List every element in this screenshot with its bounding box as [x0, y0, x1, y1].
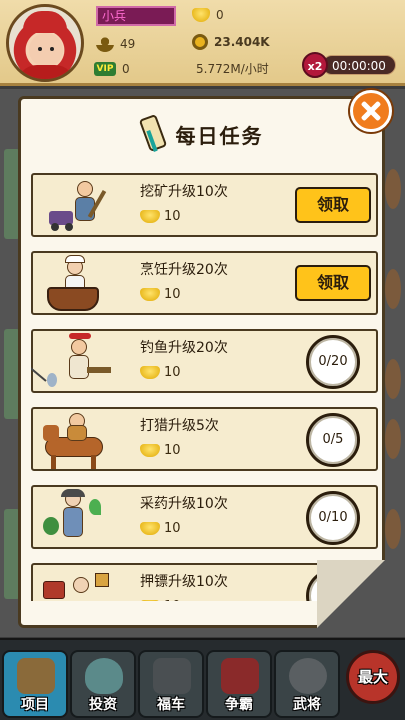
nav-tab-battle[interactable]: 争霸	[206, 650, 272, 718]
gold-ingot-icon	[140, 366, 160, 379]
task-name: 烹饪升级20次	[140, 262, 228, 278]
task-progress: 0/5	[306, 413, 360, 467]
task-name: 挖矿升级10次	[140, 184, 228, 200]
task-reward: 10	[140, 287, 181, 302]
nav-tab-generals[interactable]: 武将	[274, 650, 340, 718]
general-icon	[289, 658, 327, 694]
close-button[interactable]	[350, 90, 392, 132]
task-list[interactable]: 挖矿升级10次 10 领取 烹饪升级20次 10 领取 钓鱼升级20次 10 0…	[31, 173, 378, 601]
nav-label: 项目	[21, 697, 49, 713]
gold-ingot-icon	[140, 210, 160, 223]
task-row: 打猎升级5次 10 0/5	[31, 407, 378, 471]
player-avatar[interactable]	[6, 4, 84, 82]
dialog-title: 每日任务	[175, 123, 264, 148]
battle-banner-icon	[221, 658, 259, 694]
task-progress: 0/20	[306, 335, 360, 389]
pavilion-icon	[17, 658, 55, 694]
coin-icon	[192, 34, 208, 50]
task-row: 烹饪升级20次 10 领取	[31, 251, 378, 315]
nav-tab-invest[interactable]: 投资	[70, 650, 136, 718]
ingot-count: 0	[216, 8, 224, 22]
nav-label: 争霸	[225, 697, 253, 713]
task-row: 采药升级10次 10 0/10	[31, 485, 378, 549]
fans-count: 49	[120, 37, 136, 51]
task-name: 采药升级10次	[140, 496, 228, 512]
cooking-chef-icon	[41, 255, 115, 313]
task-reward: 10	[140, 599, 181, 601]
coin-count: 23.404K	[214, 35, 270, 49]
gold-ingot-icon	[192, 8, 210, 22]
ingot-stat: 0	[192, 8, 224, 22]
task-name: 钓鱼升级20次	[140, 340, 228, 356]
task-progress: 0/10	[306, 491, 360, 545]
nav-tab-projects[interactable]: 项目	[2, 650, 68, 718]
money-bag-icon	[85, 658, 123, 694]
nav-label: 福车	[157, 697, 185, 713]
task-row: 挖矿升级10次 10 领取	[31, 173, 378, 237]
gold-ingot-icon	[140, 522, 160, 535]
player-name: 小兵	[96, 6, 176, 26]
task-reward: 10	[140, 443, 181, 458]
nav-label: 投资	[89, 697, 117, 713]
escort-guard-icon	[41, 567, 115, 601]
nav-label: 武将	[293, 697, 321, 713]
fishing-man-icon	[31, 333, 115, 391]
mining-worker-icon	[41, 177, 115, 235]
daily-tasks-dialog: 每日任务 挖矿升级10次 10 领取 烹饪升级20次 10 领取 钓鱼升级20次…	[18, 96, 385, 628]
coin-stat: 23.404K	[192, 34, 270, 50]
gold-ingot-icon	[140, 288, 160, 301]
hunting-rider-icon	[41, 411, 115, 469]
vip-stat[interactable]: VIP 0	[94, 62, 130, 76]
task-reward: 10	[140, 521, 181, 536]
herb-gatherer-icon	[41, 489, 115, 547]
income-stat: 5.772M/小时	[196, 60, 269, 77]
page-curl	[317, 560, 385, 628]
scroll-icon	[138, 113, 167, 154]
fans-icon	[96, 36, 114, 52]
nav-tab-carriage[interactable]: 福车	[138, 650, 204, 718]
vip-level: 0	[122, 62, 130, 76]
boost-timer: 00:00:00	[322, 55, 396, 75]
task-name: 打猎升级5次	[140, 418, 219, 434]
top-hud: 小兵 49 VIP 0 0 23.404K 5.772M/小时 00:00:00…	[0, 0, 405, 86]
vip-icon: VIP	[94, 62, 116, 76]
task-reward: 10	[140, 209, 181, 224]
gold-ingot-icon	[140, 444, 160, 457]
claim-button[interactable]: 领取	[295, 187, 371, 223]
gold-ingot-icon	[140, 600, 160, 601]
bottom-nav: 项目 投资 福车 争霸 武将	[0, 638, 405, 720]
task-name: 押镖升级10次	[140, 574, 228, 590]
carriage-icon	[153, 658, 191, 694]
claim-button[interactable]: 领取	[295, 265, 371, 301]
max-upgrade-button[interactable]: 最大	[346, 650, 400, 704]
income-rate: 5.772M/小时	[196, 62, 269, 76]
double-income-button[interactable]: x2	[302, 52, 328, 78]
task-reward: 10	[140, 365, 181, 380]
fans-stat: 49	[96, 36, 135, 52]
task-row: 钓鱼升级20次 10 0/20	[31, 329, 378, 393]
